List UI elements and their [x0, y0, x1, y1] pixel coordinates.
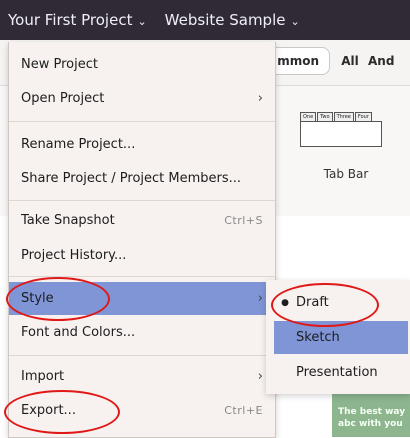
shortcut-label: Ctrl+S: [224, 214, 263, 227]
card-text: The best way abc with you: [338, 407, 406, 429]
chevron-down-icon: ⌄: [290, 14, 300, 28]
style-option-draft[interactable]: ● Draft: [274, 286, 408, 319]
page-name: Website Sample: [164, 11, 286, 29]
page-switcher[interactable]: Website Sample ⌄: [165, 11, 300, 29]
tab-preview-label: Four: [354, 112, 372, 121]
chevron-right-icon: ›: [257, 91, 263, 106]
tab-preview-label: One: [300, 112, 317, 121]
menu-item-export[interactable]: Export... Ctrl+E: [9, 394, 275, 427]
tab-preview-label: Two: [317, 112, 333, 121]
menu-divider: [9, 276, 275, 277]
menu-item-font-and-colors[interactable]: Font and Colors...: [9, 316, 275, 349]
menu-divider: [9, 355, 275, 356]
menu-divider: [9, 200, 275, 201]
menu-item-share-project[interactable]: Share Project / Project Members...: [9, 162, 275, 195]
top-bar: Your First Project ⌄ Website Sample ⌄: [0, 0, 410, 40]
chevron-right-icon: ›: [257, 291, 263, 306]
menu-item-new-project[interactable]: New Project: [9, 48, 275, 81]
menu-item-style[interactable]: Style ›: [9, 282, 275, 315]
menu-item-take-snapshot[interactable]: Take Snapshot Ctrl+S: [9, 204, 275, 237]
canvas-card[interactable]: The best way abc with you: [332, 392, 410, 437]
project-switcher[interactable]: Your First Project ⌄: [8, 11, 147, 29]
tab-bar-component-thumbnail[interactable]: One Two Three Four: [300, 112, 382, 148]
selected-bullet-icon: ●: [281, 297, 289, 308]
chevron-down-icon: ⌄: [137, 14, 147, 28]
project-menu: New Project Open Project › Rename Projec…: [8, 42, 276, 438]
style-option-sketch[interactable]: Sketch: [274, 321, 408, 354]
tab-preview-label: Three: [333, 112, 354, 121]
menu-divider: [9, 121, 275, 122]
chevron-right-icon: ›: [257, 369, 263, 384]
component-label: Tab Bar: [323, 167, 369, 181]
filter-all-button[interactable]: All: [336, 47, 364, 75]
menu-item-project-history[interactable]: Project History...: [9, 239, 275, 272]
style-option-presentation[interactable]: Presentation: [274, 356, 408, 389]
project-name: Your First Project: [8, 11, 133, 29]
tab-preview-panel: [300, 121, 382, 147]
filter-android-button[interactable]: And: [368, 47, 408, 75]
menu-item-open-project[interactable]: Open Project ›: [9, 82, 275, 115]
menu-item-import[interactable]: Import ›: [9, 360, 275, 393]
style-submenu: ● Draft Sketch Presentation: [266, 280, 410, 394]
menu-item-rename-project[interactable]: Rename Project...: [9, 128, 275, 161]
shortcut-label: Ctrl+E: [224, 404, 263, 417]
